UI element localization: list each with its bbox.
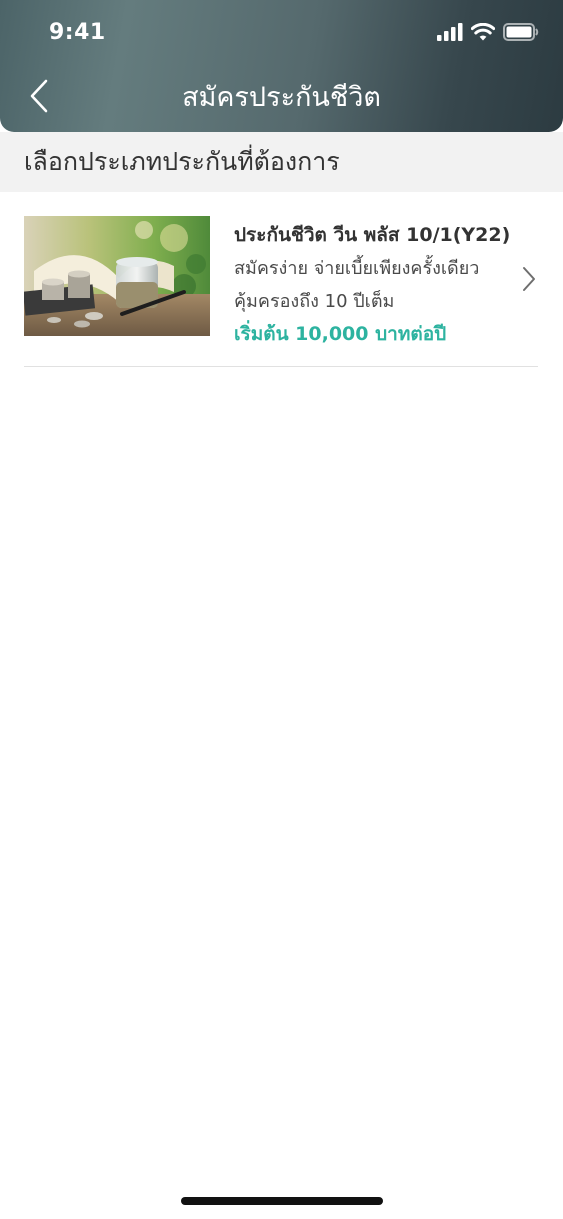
product-description-line2: คุ้มครองถึง 10 ปีเต็ม [234,291,395,312]
product-card[interactable]: ประกันชีวิต วีน พลัส 10/1(Y22) สมัครง่าย… [24,192,538,368]
screen: 9:41 สมัครประกันชีวิต เลือกประเภทประกันท… [0,0,563,1219]
divider [24,366,538,367]
home-indicator[interactable] [181,1197,383,1205]
header: 9:41 สมัครประกันชีวิต [0,0,563,132]
product-title: ประกันชีวิต วีน พลัส 10/1(Y22) [234,224,511,246]
product-info: ประกันชีวิต วีน พลัส 10/1(Y22) สมัครง่าย… [234,218,511,351]
signal-icon [437,23,463,45]
status-icons [437,22,539,46]
chevron-right-icon [520,266,538,292]
status-time: 9:41 [49,20,106,45]
product-price: เริ่มต้น 10,000 บาทต่อปี [234,323,447,345]
battery-icon [503,23,539,45]
wifi-icon [470,22,496,45]
product-description-line1: สมัครง่าย จ่ายเบี้ยเพียงครั้งเดียว [234,258,480,279]
page-title: สมัครประกันชีวิต [182,82,381,113]
product-image [24,216,210,336]
section-label: เลือกประเภทประกันที่ต้องการ [24,147,340,176]
